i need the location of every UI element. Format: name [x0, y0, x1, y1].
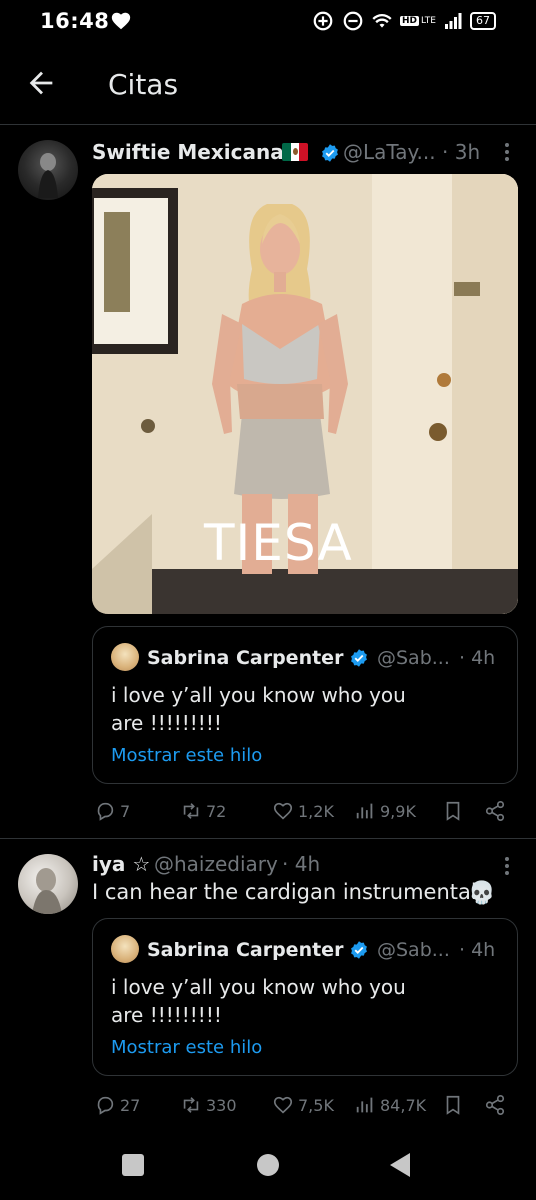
share-icon: [485, 1095, 505, 1115]
battery-indicator: 67: [470, 12, 496, 30]
wifi-icon: [372, 14, 392, 28]
heart-icon: [111, 12, 131, 30]
avatar[interactable]: [18, 140, 78, 200]
author-handle[interactable]: @haizediary: [154, 852, 278, 876]
back-nav-icon[interactable]: [388, 1152, 412, 1178]
show-thread-link[interactable]: Mostrar este hilo: [111, 1037, 262, 1058]
views-button[interactable]: 9,9K: [354, 800, 416, 822]
view-count: 84,7K: [380, 1095, 427, 1115]
quote-text-line: i love y’all you know who you: [111, 683, 406, 707]
verified-icon: [351, 649, 367, 667]
status-bar: 16:48 HD LTE 67: [0, 0, 536, 44]
do-not-disturb-icon: [343, 11, 363, 31]
retweet-count: 330: [206, 1095, 237, 1115]
quote-author-handle: @Sab...: [377, 939, 450, 961]
bookmark-button[interactable]: [442, 1094, 464, 1116]
page-title: Citas: [108, 68, 179, 101]
like-button[interactable]: 7,5K: [272, 1094, 334, 1116]
verified-icon: [322, 144, 338, 162]
flag-icon: [282, 143, 308, 161]
post-time[interactable]: · 3h: [442, 140, 480, 164]
view-count: 9,9K: [380, 801, 416, 821]
quote-card[interactable]: Sabrina Carpenter @Sab... · 4h i love y’…: [92, 918, 518, 1076]
reply-button[interactable]: 7: [94, 800, 130, 822]
retweet-icon: [183, 1097, 199, 1113]
data-saver-icon: [313, 11, 333, 31]
tweet-text: I can hear the cardigan instrumental: [92, 880, 477, 904]
views-icon: [356, 803, 373, 819]
system-nav-bar: [0, 1136, 536, 1200]
retweet-count: 72: [206, 801, 227, 821]
reply-button[interactable]: 27: [94, 1094, 140, 1116]
quote-avatar: [111, 643, 139, 671]
recents-button[interactable]: [122, 1154, 144, 1176]
retweet-icon: [183, 803, 199, 819]
reply-icon: [97, 1096, 114, 1115]
network-label: LTE: [421, 16, 436, 26]
share-icon: [485, 801, 505, 821]
like-button[interactable]: 1,2K: [272, 800, 334, 822]
avatar[interactable]: [18, 854, 78, 914]
post-time[interactable]: · 4h: [282, 852, 320, 876]
share-button[interactable]: [484, 1094, 506, 1116]
reply-icon: [97, 802, 114, 821]
reply-count: 7: [120, 801, 131, 821]
page-header: Citas: [0, 44, 536, 125]
verified-icon: [351, 941, 367, 959]
quote-text-line: are !!!!!!!!!: [111, 711, 222, 735]
author-name[interactable]: iya ☆: [92, 852, 150, 876]
views-icon: [356, 1097, 373, 1113]
quote-time: · 4h: [459, 647, 496, 669]
like-count: 1,2K: [298, 801, 334, 821]
divider: [0, 838, 536, 839]
signal-icon: [445, 13, 462, 29]
quote-text-line: are !!!!!!!!!: [111, 1003, 222, 1027]
show-thread-link[interactable]: Mostrar este hilo: [111, 745, 262, 766]
like-icon: [273, 802, 293, 820]
quote-author-name: Sabrina Carpenter: [147, 647, 344, 669]
share-button[interactable]: [484, 800, 506, 822]
quote-author-handle: @Sab...: [377, 647, 450, 669]
home-button[interactable]: [257, 1154, 279, 1176]
quote-card[interactable]: Sabrina Carpenter @Sab... · 4h i love y’…: [92, 626, 518, 784]
author-handle[interactable]: @LaTay...: [343, 140, 436, 164]
retweet-button[interactable]: 72: [180, 800, 226, 822]
like-icon: [273, 1096, 293, 1114]
status-icons: HD LTE 67: [312, 10, 496, 32]
views-button[interactable]: 84,7K: [354, 1094, 426, 1116]
bookmark-icon: [446, 801, 460, 821]
status-time: 16:48: [40, 9, 110, 33]
retweet-button[interactable]: 330: [180, 1094, 237, 1116]
quote-avatar: [111, 935, 139, 963]
author-name[interactable]: Swiftie Mexicana: [92, 140, 284, 164]
like-count: 7,5K: [298, 1095, 334, 1115]
reply-count: 27: [120, 1095, 141, 1115]
quote-text-line: i love y’all you know who you: [111, 975, 406, 999]
hd-badge: HD: [400, 16, 420, 26]
quote-time: · 4h: [459, 939, 496, 961]
bookmark-icon: [446, 1095, 460, 1115]
image-caption: TIESA: [204, 514, 353, 572]
skull-emoji: 💀: [468, 880, 496, 905]
more-icon[interactable]: [504, 142, 510, 162]
post-image[interactable]: TIESA: [92, 174, 518, 614]
bookmark-button[interactable]: [442, 800, 464, 822]
quote-author-name: Sabrina Carpenter: [147, 939, 344, 961]
back-arrow-icon[interactable]: [24, 66, 58, 100]
more-icon[interactable]: [504, 856, 510, 876]
